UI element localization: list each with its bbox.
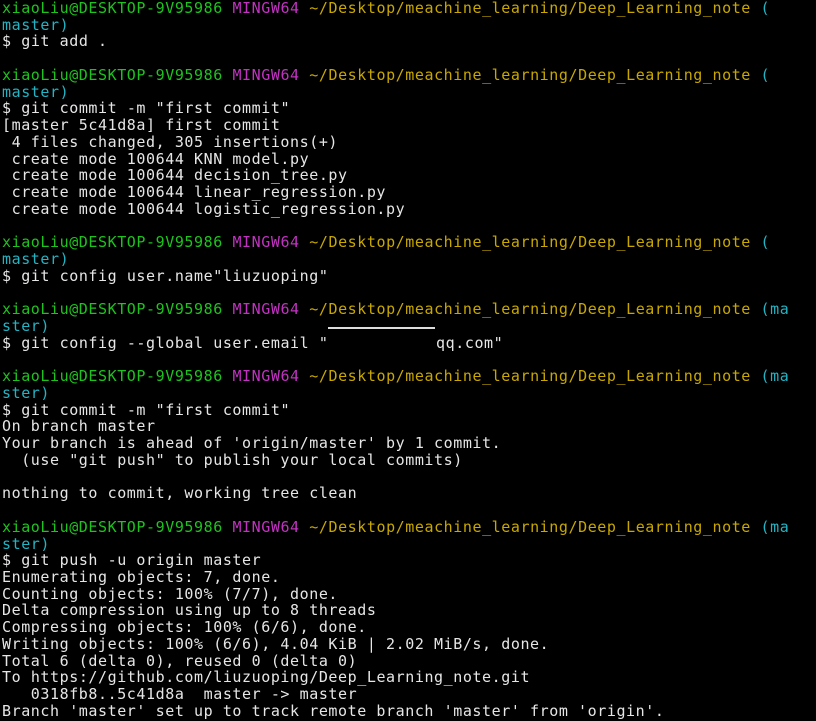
- prompt-symbol: $: [2, 552, 12, 569]
- command-line: $ git commit -m "first commit": [2, 402, 816, 419]
- prompt-branch: ster): [2, 384, 51, 402]
- prompt-symbol: $: [2, 100, 12, 118]
- prompt-branch: (: [760, 0, 771, 17]
- prompt-line: xiaoLiu@DESKTOP-9V95986 MINGW64 ~/Deskto…: [2, 234, 816, 251]
- prompt-branch: (ma: [760, 368, 790, 385]
- output-line: (use "git push" to publish your local co…: [2, 451, 463, 469]
- command-line: $ git push -u origin master: [2, 552, 816, 569]
- prompt-branch: (ma: [760, 518, 790, 536]
- prompt-branch: ster): [2, 317, 51, 335]
- output-line: 0318fb8..5c41d8a master -> master: [2, 686, 358, 703]
- output-line: Branch 'master' set up to track remote b…: [2, 702, 665, 720]
- prompt-user-host: xiaoLiu@DESKTOP-9V95986: [2, 518, 223, 536]
- prompt-branch-wrap: master): [2, 84, 816, 101]
- prompt-system: MINGW64: [232, 368, 300, 385]
- prompt-line: xiaoLiu@DESKTOP-9V95986 MINGW64 ~/Deskto…: [2, 301, 816, 318]
- prompt-system: MINGW64: [232, 234, 300, 252]
- prompt-system: MINGW64: [232, 66, 300, 84]
- prompt-branch: (: [760, 234, 771, 252]
- command-text: git commit -m "first commit": [21, 401, 291, 419]
- command-line: $ git config --global user.email " qq.com…: [2, 335, 816, 352]
- output-line: On branch master: [2, 418, 156, 436]
- output-line: Your branch is ahead of 'origin/master' …: [2, 435, 502, 452]
- prompt-branch: master): [2, 83, 70, 101]
- command-line: $ git config user.name"liuzuoping": [2, 268, 816, 285]
- output-line: Enumerating objects: 7, done.: [2, 568, 281, 586]
- prompt-symbol: $: [2, 334, 12, 352]
- prompt-cwd: ~/Desktop/meachine_learning/Deep_Learnin…: [309, 234, 751, 252]
- prompt-branch-wrap: ster): [2, 385, 816, 402]
- prompt-cwd: ~/Desktop/meachine_learning/Deep_Learnin…: [309, 368, 751, 385]
- output-line: Delta compression using up to 8 threads: [2, 602, 377, 620]
- prompt-symbol: $: [2, 267, 12, 285]
- output-line: nothing to commit, working tree clean: [2, 485, 358, 503]
- email-redaction-line: [328, 327, 435, 329]
- prompt-user-host: xiaoLiu@DESKTOP-9V95986: [2, 301, 223, 318]
- output-line: [master 5c41d8a] first commit: [2, 117, 281, 134]
- output-line: 4 files changed, 305 insertions(+): [2, 133, 339, 151]
- prompt-symbol: $: [2, 33, 12, 51]
- prompt-cwd: ~/Desktop/meachine_learning/Deep_Learnin…: [309, 518, 751, 536]
- command-text: git push -u origin master: [21, 552, 262, 569]
- command-text: git add .: [21, 33, 108, 51]
- command-line: $ git commit -m "first commit": [2, 100, 816, 117]
- command-line: $ git add .: [2, 33, 816, 50]
- prompt-line: xiaoLiu@DESKTOP-9V95986 MINGW64 ~/Deskto…: [2, 67, 816, 84]
- output-line: Counting objects: 100% (7/7), done.: [2, 585, 339, 603]
- prompt-cwd: ~/Desktop/meachine_learning/Deep_Learnin…: [309, 66, 751, 84]
- prompt-branch: (ma: [760, 301, 790, 318]
- remote-url-link[interactable]: https://github.com/liuzuoping/Deep_Learn…: [31, 669, 530, 686]
- output-line: To https://github.com/liuzuoping/Deep_Le…: [2, 669, 816, 686]
- prompt-branch-wrap: ster): [2, 536, 816, 553]
- prompt-system: MINGW64: [232, 518, 300, 536]
- prompt-user-host: xiaoLiu@DESKTOP-9V95986: [2, 234, 223, 252]
- output-line: create mode 100644 logistic_regression.p…: [2, 200, 406, 218]
- prompt-line: xiaoLiu@DESKTOP-9V95986 MINGW64 ~/Deskto…: [2, 368, 816, 385]
- output-line: Writing objects: 100% (6/6), 4.04 KiB | …: [2, 635, 550, 653]
- output-line: create mode 100644 KNN_model.py: [2, 150, 310, 168]
- prompt-user-host: xiaoLiu@DESKTOP-9V95986: [2, 368, 223, 385]
- prompt-system: MINGW64: [232, 0, 300, 17]
- redacted-email-gap: [328, 347, 436, 348]
- remote-label: To: [2, 669, 22, 687]
- command-text-tail: qq.com": [436, 334, 504, 352]
- prompt-line: xiaoLiu@DESKTOP-9V95986 MINGW64 ~/Deskto…: [2, 519, 816, 536]
- prompt-branch: master): [2, 251, 70, 268]
- prompt-cwd: ~/Desktop/meachine_learning/Deep_Learnin…: [309, 0, 751, 17]
- prompt-system: MINGW64: [232, 301, 300, 318]
- output-line: Compressing objects: 100% (6/6), done.: [2, 619, 367, 636]
- output-line: create mode 100644 decision_tree.py: [2, 167, 348, 185]
- prompt-branch-wrap: master): [2, 17, 816, 34]
- prompt-user-host: xiaoLiu@DESKTOP-9V95986: [2, 0, 223, 17]
- output-line: create mode 100644 linear_regression.py: [2, 184, 387, 201]
- command-text: git config --global user.email ": [21, 334, 329, 352]
- prompt-user-host: xiaoLiu@DESKTOP-9V95986: [2, 66, 223, 84]
- prompt-cwd: ~/Desktop/meachine_learning/Deep_Learnin…: [309, 301, 751, 318]
- prompt-branch: master): [2, 16, 70, 34]
- output-line: Total 6 (delta 0), reused 0 (delta 0): [2, 652, 358, 670]
- prompt-branch: (: [760, 66, 771, 84]
- command-text: git commit -m "first commit": [21, 100, 291, 118]
- prompt-branch: ster): [2, 535, 51, 553]
- prompt-line: xiaoLiu@DESKTOP-9V95986 MINGW64 ~/Deskto…: [2, 0, 816, 17]
- terminal-window[interactable]: xiaoLiu@DESKTOP-9V95986 MINGW64 ~/Deskto…: [0, 0, 816, 721]
- prompt-branch-wrap: master): [2, 251, 816, 268]
- prompt-symbol: $: [2, 401, 12, 419]
- command-text: git config user.name"liuzuoping": [21, 267, 329, 285]
